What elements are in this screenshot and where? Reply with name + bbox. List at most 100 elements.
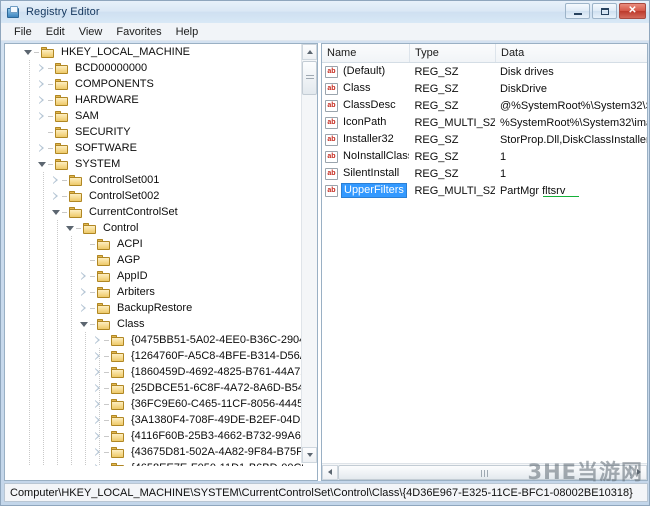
folder-icon [110, 382, 125, 395]
tree-node[interactable]: AGP [5, 252, 303, 268]
value-name-cell[interactable]: ab UpperFilters [322, 183, 409, 198]
values-list[interactable]: ab (Default) REG_SZ Disk drives ab Class REG_S… [322, 63, 647, 199]
expand-arrow-icon[interactable] [37, 92, 48, 108]
value-name-cell[interactable]: ab IconPath [322, 116, 409, 129]
tree-node-label: {1264760F-A5C8-4BFE-B314-D56A7B44A362} [131, 350, 303, 362]
values-scroll-thumb[interactable] [338, 464, 631, 480]
value-row[interactable]: ab ClassDesc REG_SZ @%SystemRoot%\System32\… [322, 97, 647, 114]
tree-node[interactable]: COMPONENTS [5, 76, 303, 92]
tree-node[interactable]: ControlSet002 [5, 188, 303, 204]
menu-item-favorites[interactable]: Favorites [109, 25, 168, 39]
tree-node[interactable]: {3A1380F4-708F-49DE-B2EF-04D25EB009D5} [5, 412, 303, 428]
value-name-cell[interactable]: ab SilentInstall [322, 167, 409, 180]
collapse-arrow-icon[interactable] [23, 44, 34, 60]
value-type: REG_SZ [414, 150, 459, 163]
registry-tree-pane[interactable]: HKEY_LOCAL_MACHINE BCD00000000 COMPONENTS H… [4, 43, 318, 481]
menu-item-edit[interactable]: Edit [39, 25, 72, 39]
expand-arrow-icon[interactable] [37, 140, 48, 156]
folder-icon [110, 350, 125, 363]
value-row[interactable]: ab UpperFilters REG_MULTI_SZ PartMgr fltsrv [322, 182, 647, 199]
tree-node[interactable]: ControlSet001 [5, 172, 303, 188]
expand-arrow-icon[interactable] [37, 60, 48, 76]
maximize-button[interactable] [592, 3, 617, 19]
minimize-button[interactable] [565, 3, 590, 19]
value-name-cell[interactable]: ab Class [322, 82, 409, 95]
expand-arrow-icon[interactable] [51, 172, 62, 188]
expand-arrow-icon[interactable] [37, 108, 48, 124]
tree-node[interactable]: {4658EE7E-F050-11D1-B6BD-00C04FA372A7} [5, 460, 303, 466]
tree-node[interactable]: {1264760F-A5C8-4BFE-B314-D56A7B44A362} [5, 348, 303, 364]
registry-values-pane[interactable]: Name Type Data ab (Default) REG_SZ Disk dri… [321, 43, 648, 481]
value-name-cell[interactable]: ab (Default) [322, 65, 409, 78]
value-row[interactable]: ab (Default) REG_SZ Disk drives [322, 63, 647, 80]
expand-arrow-icon[interactable] [37, 76, 48, 92]
close-button[interactable]: ✕ [619, 3, 646, 19]
tree-node[interactable]: {25DBCE51-6C8F-4A72-8A6D-B54C2B4FC835} [5, 380, 303, 396]
collapse-arrow-icon[interactable] [79, 316, 90, 332]
value-type: REG_MULTI_SZ [414, 116, 495, 129]
collapse-arrow-icon[interactable] [51, 204, 62, 220]
tree-node[interactable]: Control [5, 220, 303, 236]
tree-node[interactable]: CurrentControlSet [5, 204, 303, 220]
folder-icon [54, 126, 69, 139]
string-value-icon: ab [325, 82, 338, 95]
menu-item-file[interactable]: File [7, 25, 39, 39]
column-header-type[interactable]: Type [410, 44, 496, 62]
value-row[interactable]: ab NoInstallClass REG_SZ 1 [322, 148, 647, 165]
menu-item-help[interactable]: Help [169, 25, 206, 39]
value-row[interactable]: ab Class REG_SZ DiskDrive [322, 80, 647, 97]
tree-node[interactable]: {0475BB51-5A02-4EE0-B36C-29040FAD2650} [5, 332, 303, 348]
tree-scroll-down-button[interactable] [302, 447, 317, 463]
value-data: DiskDrive [499, 82, 547, 95]
tree-scroll-thumb[interactable] [302, 61, 317, 95]
tree-node[interactable]: SOFTWARE [5, 140, 303, 156]
expand-arrow-icon[interactable] [79, 300, 90, 316]
tree-node[interactable]: {1860459D-4692-4825-B761-44A725991050} [5, 364, 303, 380]
tree-node-label: {4116F60B-25B3-4662-B732-99A6111EDC0B} [131, 430, 303, 442]
values-horizontal-scrollbar[interactable] [322, 463, 647, 480]
collapse-arrow-icon[interactable] [65, 220, 76, 236]
expand-arrow-icon[interactable] [79, 268, 90, 284]
tree-node[interactable]: SAM [5, 108, 303, 124]
string-value-icon: ab [325, 167, 338, 180]
value-data-cell: DiskDrive [495, 83, 647, 95]
tree-node[interactable]: {4116F60B-25B3-4662-B732-99A6111EDC0B} [5, 428, 303, 444]
value-name: (Default) [343, 65, 386, 77]
tree-vertical-scrollbar[interactable] [301, 44, 317, 463]
values-scroll-track[interactable] [338, 464, 631, 480]
value-name: ClassDesc [343, 99, 396, 111]
tree-node[interactable]: Class [5, 316, 303, 332]
tree-node[interactable]: BackupRestore [5, 300, 303, 316]
values-scroll-right-button[interactable] [631, 464, 647, 480]
expand-arrow-icon[interactable] [93, 332, 104, 348]
highlight-underline [542, 195, 579, 197]
value-row[interactable]: ab SilentInstall REG_SZ 1 [322, 165, 647, 182]
value-name-cell[interactable]: ab NoInstallClass [322, 150, 409, 163]
menu-item-view[interactable]: View [72, 25, 110, 39]
tree-node[interactable]: SECURITY [5, 124, 303, 140]
values-scroll-left-button[interactable] [322, 464, 338, 480]
tree-node[interactable]: ACPI [5, 236, 303, 252]
value-type: REG_SZ [414, 133, 459, 146]
tree-node[interactable]: {36FC9E60-C465-11CF-8056-444553540000} [5, 396, 303, 412]
string-value-icon: ab [325, 65, 338, 78]
value-row[interactable]: ab IconPath REG_MULTI_SZ %SystemRoot%\Syste… [322, 114, 647, 131]
tree-node[interactable]: SYSTEM [5, 156, 303, 172]
tree-node[interactable]: HARDWARE [5, 92, 303, 108]
value-name-cell[interactable]: ab ClassDesc [322, 99, 409, 112]
value-name-cell[interactable]: ab Installer32 [322, 133, 409, 146]
tree-node[interactable]: {43675D81-502A-4A82-9F84-B75F418C5DEA} [5, 444, 303, 460]
folder-icon [110, 398, 125, 411]
registry-tree[interactable]: HKEY_LOCAL_MACHINE BCD00000000 COMPONENTS H… [5, 44, 303, 466]
column-header-name[interactable]: Name [322, 44, 410, 62]
expand-arrow-icon[interactable] [79, 284, 90, 300]
column-header-data[interactable]: Data [496, 44, 647, 62]
tree-node[interactable]: HKEY_LOCAL_MACHINE [5, 44, 303, 60]
tree-node[interactable]: AppID [5, 268, 303, 284]
collapse-arrow-icon[interactable] [37, 156, 48, 172]
tree-node[interactable]: BCD00000000 [5, 60, 303, 76]
tree-node[interactable]: Arbiters [5, 284, 303, 300]
expand-arrow-icon[interactable] [51, 188, 62, 204]
tree-scroll-up-button[interactable] [302, 44, 317, 60]
value-row[interactable]: ab Installer32 REG_SZ StorProp.Dll,DiskClas… [322, 131, 647, 148]
